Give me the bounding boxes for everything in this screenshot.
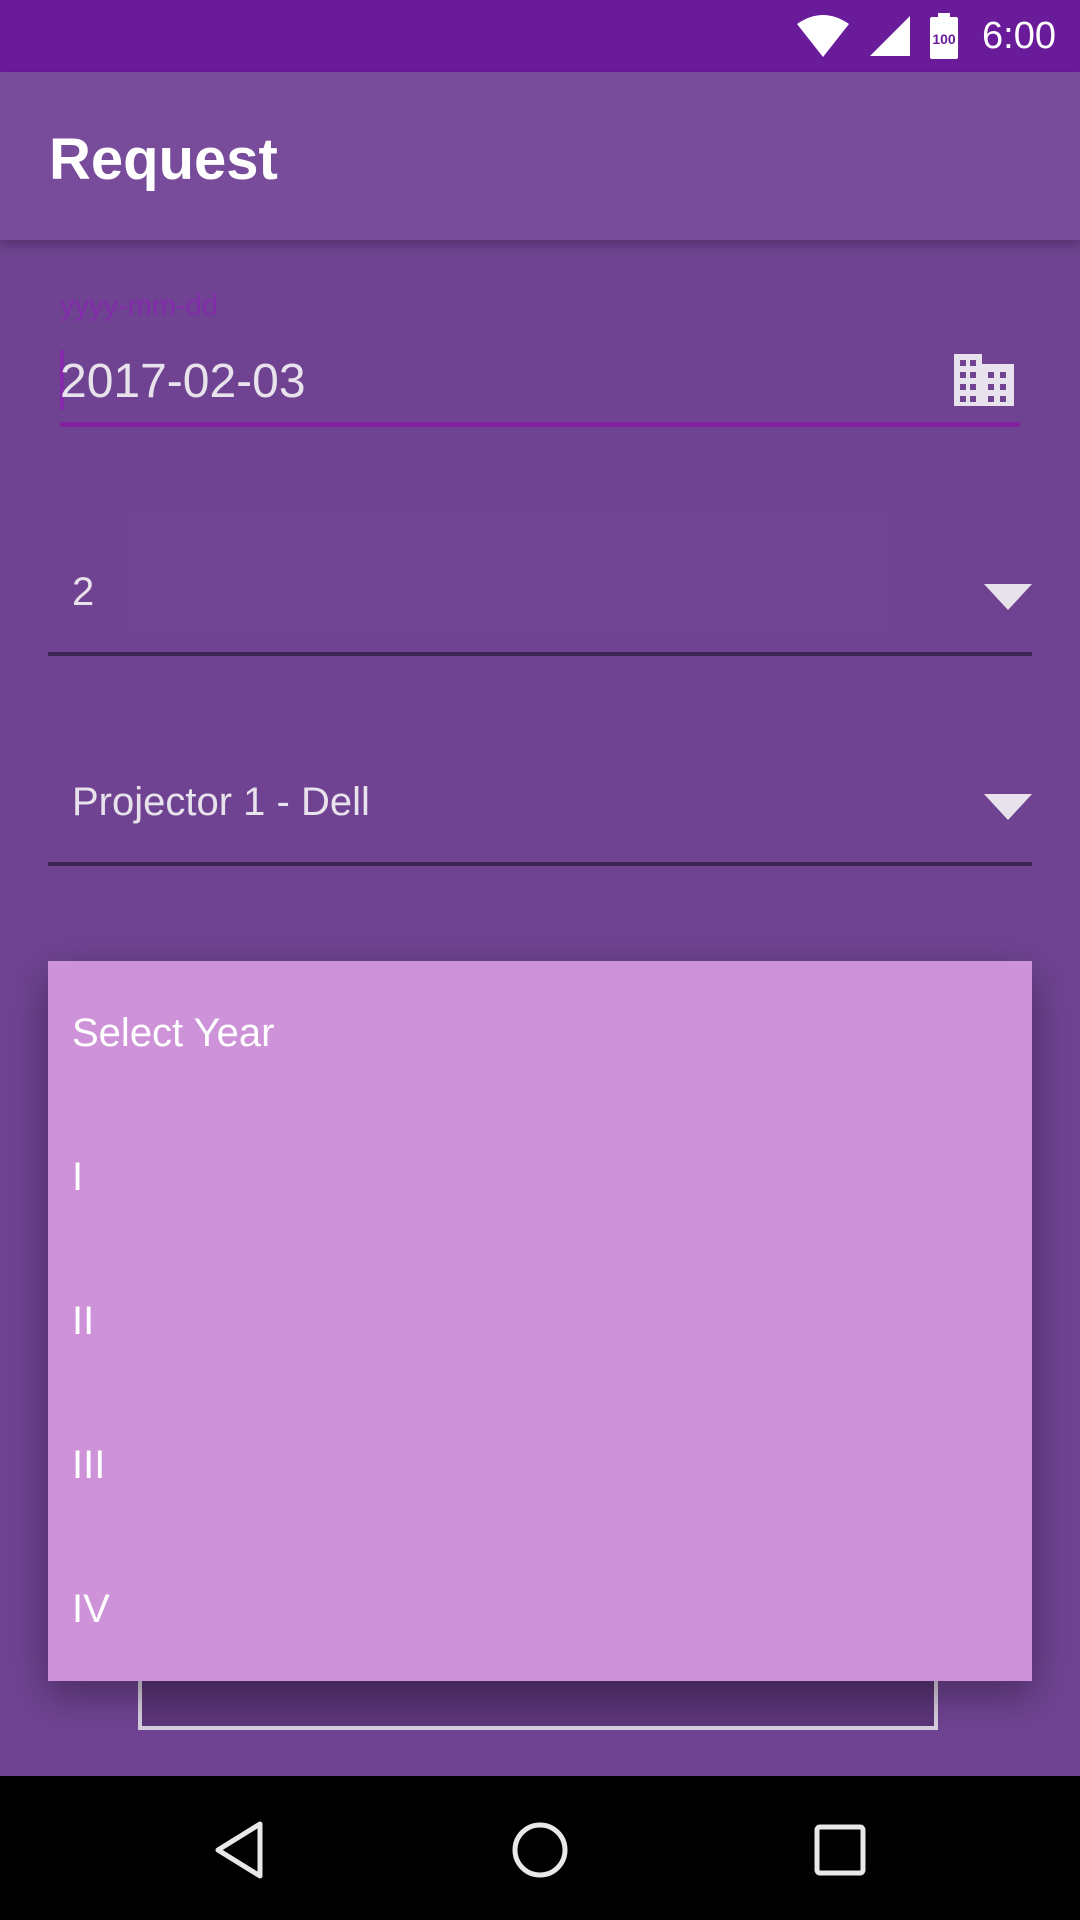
wifi-icon [797,15,850,57]
dropdown-item-year-1[interactable]: I [48,1105,1032,1249]
dropdown-item-year-2[interactable]: II [48,1249,1032,1393]
year-dropdown-list: Select Year I II III IV [48,961,1032,1681]
home-icon[interactable] [510,1820,570,1880]
status-icons: 100 6:00 [796,0,1056,72]
navigation-bar [0,1776,1080,1920]
dropdown-item-select-year[interactable]: Select Year [48,961,1032,1105]
dropdown-item-year-3[interactable]: III [48,1393,1032,1537]
recents-icon[interactable] [810,1820,870,1880]
status-time: 6:00 [982,14,1056,57]
dropdown-item-year-4[interactable]: IV [48,1537,1032,1681]
cell-signal-icon [870,16,911,56]
battery-level: 100 [932,31,956,47]
app-bar: Request [0,72,1080,240]
page-title: Request [49,127,278,192]
battery-icon: 100 [930,13,959,59]
back-icon[interactable] [210,1820,270,1880]
status-bar: 100 6:00 [0,0,1080,72]
